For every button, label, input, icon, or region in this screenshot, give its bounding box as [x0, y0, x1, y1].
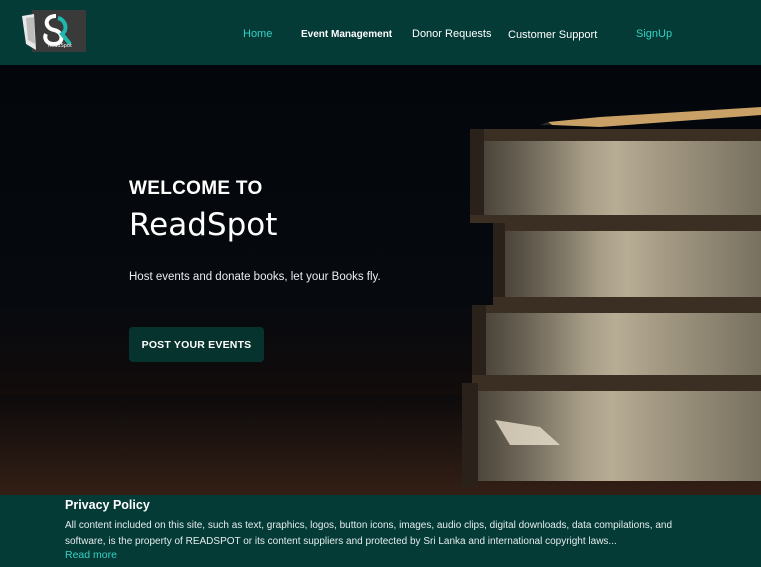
privacy-policy-title: Privacy Policy	[65, 498, 150, 512]
hero-brand-title: ReadSpot	[129, 207, 278, 243]
readspot-logo[interactable]: ReadSpot	[22, 10, 86, 52]
nav-donor-requests[interactable]: Donor Requests	[412, 28, 492, 40]
post-your-events-button[interactable]: POST YOUR EVENTS	[129, 327, 264, 362]
nav-customer-support[interactable]: Customer Support	[508, 29, 597, 41]
hero-section: WELCOME TO ReadSpot Host events and dona…	[0, 65, 761, 495]
top-navbar: ReadSpot Home Event Management Donor Req…	[0, 0, 761, 65]
read-more-link[interactable]: Read more	[65, 549, 117, 561]
nav-event-management[interactable]: Event Management	[301, 29, 392, 40]
hero-welcome-heading: WELCOME TO	[129, 178, 263, 199]
hero-tagline: Host events and donate books, let your B…	[129, 271, 381, 283]
privacy-policy-footer: Privacy Policy All content included on t…	[0, 495, 761, 567]
nav-home[interactable]: Home	[243, 28, 272, 40]
nav-signup[interactable]: SignUp	[636, 28, 672, 40]
logo-text: ReadSpot	[48, 43, 72, 49]
privacy-policy-text: All content included on this site, such …	[65, 520, 673, 547]
